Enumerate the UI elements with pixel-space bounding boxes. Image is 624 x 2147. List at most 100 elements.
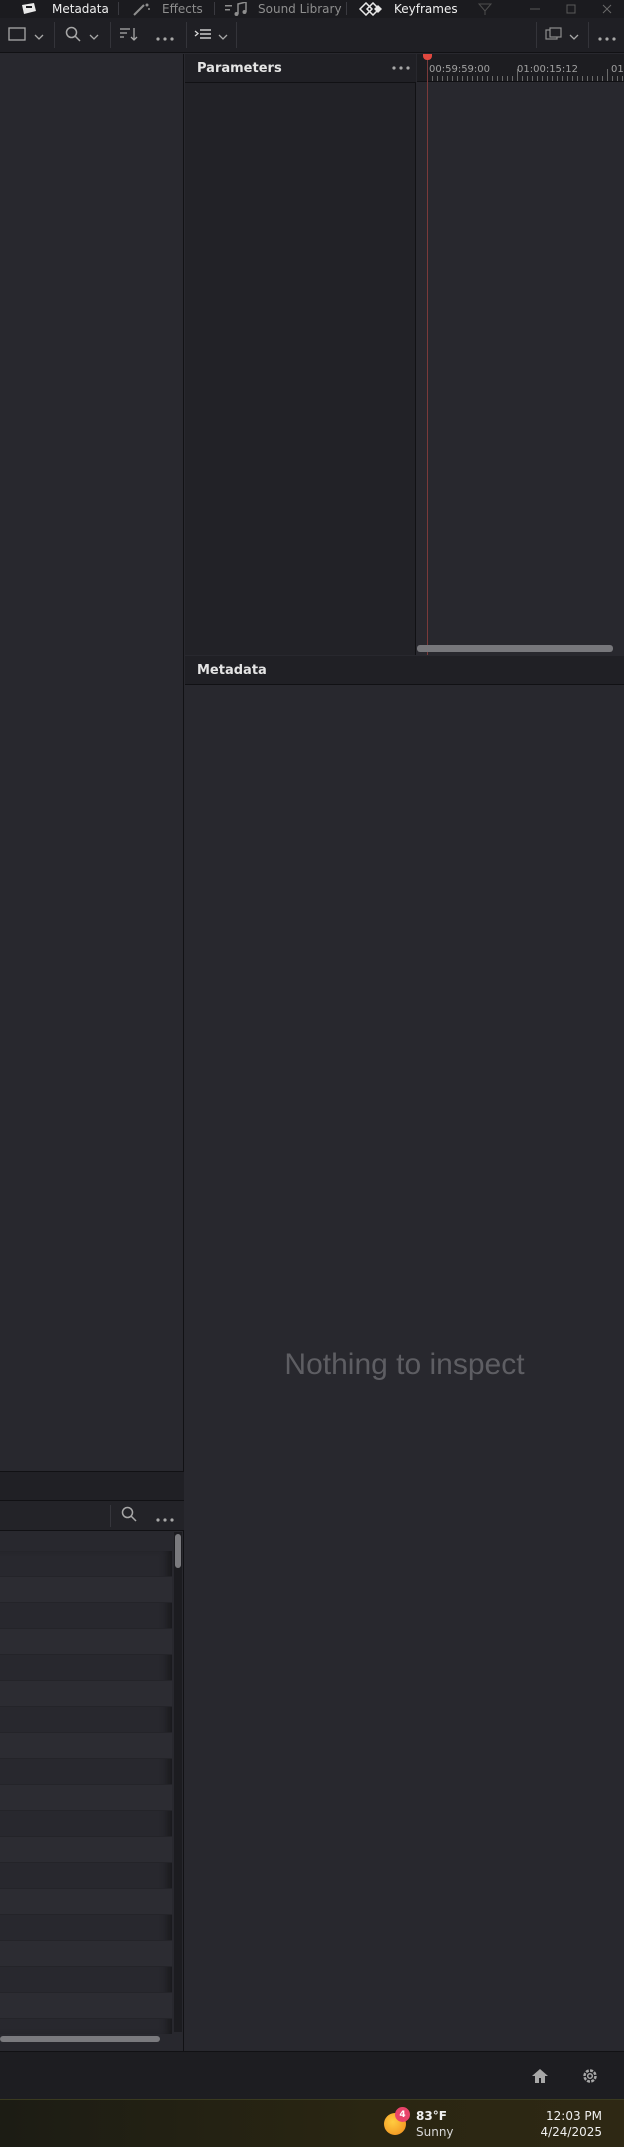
search-dropdown[interactable] xyxy=(60,18,104,53)
ruler-label: 00:59:59:00 xyxy=(429,64,491,75)
page-navigation-bar xyxy=(0,2051,624,2099)
parameters-options-button[interactable] xyxy=(392,62,410,78)
close-icon[interactable] xyxy=(594,0,620,18)
more-horizontal-icon xyxy=(156,1507,174,1526)
list-horizontal-scrollbar[interactable] xyxy=(0,2036,160,2042)
playhead-line xyxy=(427,54,428,655)
keyframe-filter-dropdown[interactable] xyxy=(190,18,232,53)
keyframe-timeline[interactable]: 00:59:59:00 01:00:15:12 01 xyxy=(417,54,624,655)
ruler-label: 01:00:15:12 xyxy=(517,64,579,75)
scrollbar-thumb[interactable] xyxy=(175,1534,181,1568)
ruler-tick xyxy=(572,76,573,81)
ruler-label: 01 xyxy=(611,64,624,75)
settings-button[interactable] xyxy=(578,2064,602,2088)
list-item[interactable] xyxy=(0,1603,172,1629)
metadata-header: Metadata xyxy=(185,656,624,685)
weather-temperature: 83°F xyxy=(416,2109,447,2123)
sort-button[interactable] xyxy=(114,18,144,53)
tab-metadata[interactable]: Metadata xyxy=(20,0,109,18)
list-item[interactable] xyxy=(0,1577,172,1603)
home-icon xyxy=(532,2069,548,2083)
tab-divider xyxy=(118,2,119,15)
list-item[interactable] xyxy=(0,1681,172,1707)
ruler-tick xyxy=(612,76,613,81)
metadata-options-button[interactable] xyxy=(592,18,622,53)
toolbar-divider xyxy=(588,22,589,48)
ruler-tick xyxy=(597,76,598,81)
list-item[interactable] xyxy=(0,1733,172,1759)
ruler-tick xyxy=(432,76,433,81)
more-options-button[interactable] xyxy=(150,18,180,53)
notification-badge: 4 xyxy=(395,2107,410,2122)
search-icon xyxy=(65,26,81,46)
weather-widget[interactable]: 4 83°F Sunny xyxy=(384,2107,454,2140)
tab-label: Metadata xyxy=(52,2,109,16)
list-item[interactable] xyxy=(0,1551,172,1577)
tab-sound-library[interactable]: Sound Library xyxy=(224,0,342,18)
ruler-tick xyxy=(607,69,608,81)
ruler-tick xyxy=(527,76,528,81)
list-item[interactable] xyxy=(0,1993,172,2019)
more-horizontal-icon xyxy=(156,26,174,45)
timeline-horizontal-scrollbar[interactable] xyxy=(417,645,613,652)
list-item[interactable] xyxy=(0,1629,172,1655)
page-tab-bar: Metadata Effects Sound Library Keyframes xyxy=(0,0,624,18)
ruler-tick xyxy=(582,76,583,81)
home-button[interactable] xyxy=(528,2064,552,2088)
list-item[interactable] xyxy=(0,1889,172,1915)
toolbar-divider xyxy=(110,1505,111,1527)
list-item[interactable] xyxy=(0,1707,172,1733)
ruler-tick xyxy=(507,76,508,81)
sort-icon xyxy=(119,26,139,45)
maximize-icon[interactable] xyxy=(558,0,584,18)
ruler-tick xyxy=(542,76,543,81)
keyframes-icon xyxy=(358,2,384,16)
toolbar-divider xyxy=(536,22,537,48)
list-item[interactable] xyxy=(0,1785,172,1811)
metadata-view-dropdown[interactable] xyxy=(540,18,584,53)
view-mode-dropdown[interactable] xyxy=(4,18,48,53)
tab-label: Effects xyxy=(162,2,203,16)
minimize-icon[interactable] xyxy=(522,0,548,18)
chevron-down-icon xyxy=(218,26,228,45)
parameters-list xyxy=(185,83,416,655)
ruler-tick xyxy=(522,76,523,81)
system-clock[interactable]: 12:03 PM 4/24/2025 xyxy=(540,2108,602,2140)
clip-list[interactable] xyxy=(0,1551,172,2034)
pin-icon[interactable] xyxy=(472,0,498,18)
timecode-ruler[interactable]: 00:59:59:00 01:00:15:12 01 xyxy=(417,54,624,82)
clock-time: 12:03 PM xyxy=(546,2109,602,2123)
list-item[interactable] xyxy=(0,1655,172,1681)
list-item[interactable] xyxy=(0,1837,172,1863)
toolbar xyxy=(0,18,624,53)
ruler-tick xyxy=(477,76,478,81)
left-search-bar xyxy=(0,1501,184,1531)
tab-effects[interactable]: Effects xyxy=(132,0,203,18)
weather-condition: Sunny xyxy=(416,2125,454,2139)
clock-date: 4/24/2025 xyxy=(540,2125,602,2139)
ruler-tick xyxy=(537,76,538,81)
list-item[interactable] xyxy=(0,1915,172,1941)
ruler-tick xyxy=(602,76,603,81)
tab-keyframes[interactable]: Keyframes xyxy=(358,0,458,18)
ruler-tick xyxy=(442,76,443,81)
parameters-header: Parameters xyxy=(185,54,416,83)
os-taskbar: 4 83°F Sunny 12:03 PM 4/24/2025 xyxy=(0,2099,624,2147)
list-item[interactable] xyxy=(0,1863,172,1889)
list-item[interactable] xyxy=(0,1967,172,1993)
list-vertical-scrollbar[interactable] xyxy=(174,1532,182,2032)
ruler-tick xyxy=(577,76,578,81)
list-search-button[interactable] xyxy=(116,1501,142,1531)
list-item[interactable] xyxy=(0,1811,172,1837)
list-item[interactable] xyxy=(0,1941,172,1967)
effects-wand-icon xyxy=(132,2,152,16)
rectangle-icon xyxy=(8,26,26,45)
chevron-down-icon xyxy=(569,26,579,45)
more-horizontal-icon xyxy=(392,66,410,70)
list-item[interactable] xyxy=(0,1759,172,1785)
ruler-tick xyxy=(452,76,453,81)
ruler-tick xyxy=(567,76,568,81)
list-options-button[interactable] xyxy=(150,1501,180,1531)
ruler-tick xyxy=(437,76,438,81)
app-window: Metadata Effects Sound Library Keyframes xyxy=(0,0,624,2147)
